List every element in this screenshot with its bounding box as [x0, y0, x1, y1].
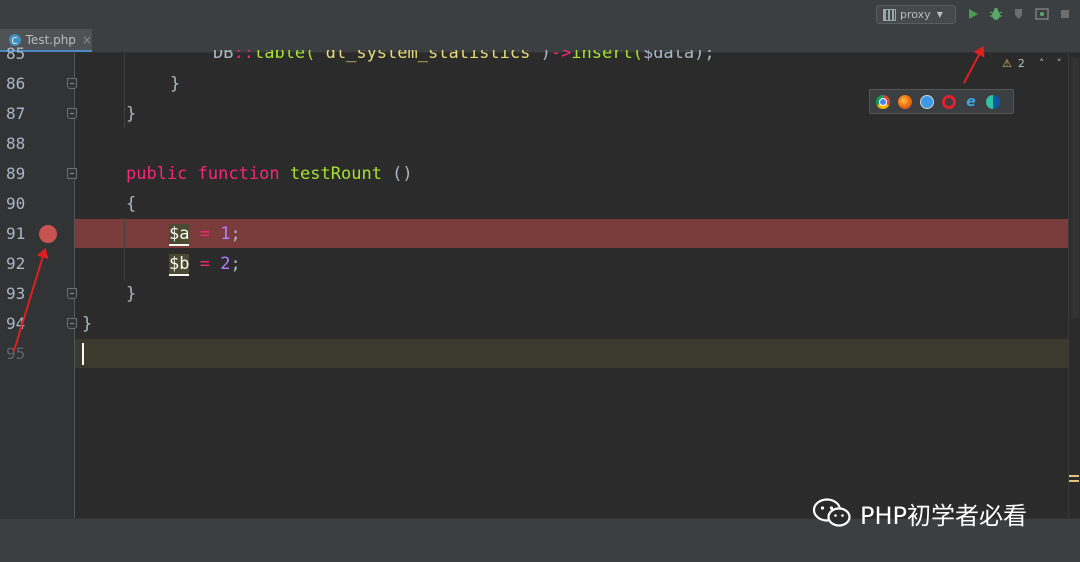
chevron-down-icon[interactable]: ˅ [1056, 57, 1062, 70]
chevron-down-icon: ▼ [936, 10, 943, 19]
text-caret [82, 343, 84, 365]
attach-debugger-button[interactable] [1034, 6, 1050, 22]
stop-button[interactable] [1057, 6, 1073, 22]
stop-icon [1061, 10, 1069, 18]
fold-marker[interactable] [67, 168, 77, 179]
tab-label: Test.php [25, 32, 76, 47]
watermark-text: PHP初学者必看 [860, 501, 1027, 530]
breakpoint-marker[interactable] [39, 225, 57, 243]
main-toolbar: proxy ▼ [0, 0, 1080, 29]
warning-count: 2 [1017, 57, 1025, 70]
scroll-thumb[interactable] [1071, 58, 1079, 318]
attach-icon [1035, 8, 1049, 20]
warning-stripe-mark[interactable] [1069, 475, 1079, 477]
run-button[interactable] [965, 6, 981, 22]
code-line-93: } [126, 284, 137, 304]
inspection-widget[interactable]: ⚠ 2 ˄ ˅ [1002, 57, 1062, 70]
run-icon [969, 9, 978, 19]
line-number: 87 [6, 104, 26, 123]
debug-bug-icon [989, 8, 1003, 20]
fold-marker[interactable] [67, 318, 77, 329]
run-config-icon [883, 8, 896, 21]
warning-icon: ⚠ [1002, 57, 1012, 70]
indent-guide [124, 53, 125, 128]
chevron-up-icon[interactable]: ˄ [1039, 57, 1045, 70]
close-icon[interactable]: × [82, 33, 92, 47]
code-line-89: public function testRount () [126, 164, 413, 184]
edge-icon[interactable] [986, 94, 1000, 109]
code-line-87: } [126, 104, 137, 124]
open-in-browser-popup: e [869, 89, 1014, 114]
line-number: 90 [6, 194, 26, 213]
fold-marker[interactable] [67, 78, 77, 89]
code-line-92: $b = 2; [169, 254, 241, 276]
line-number: 86 [6, 74, 26, 93]
warning-stripe-mark[interactable] [1069, 480, 1079, 482]
indent-guide [124, 218, 125, 280]
safari-icon[interactable] [920, 94, 934, 109]
code-line-94: } [82, 314, 93, 334]
line-number: 88 [6, 134, 26, 153]
code-line-91: $a = 1; [169, 224, 241, 246]
run-config-label: proxy [900, 8, 931, 21]
run-configuration-selector[interactable]: proxy ▼ [876, 5, 956, 24]
wechat-logo-icon [812, 498, 851, 527]
coverage-button[interactable] [1011, 6, 1027, 22]
debug-button[interactable] [988, 6, 1004, 22]
fold-marker[interactable] [67, 108, 77, 119]
firefox-icon[interactable] [898, 94, 912, 109]
opera-icon[interactable] [942, 94, 956, 109]
code-editor[interactable] [75, 53, 1068, 518]
editor-tab-bar: Test.php × [0, 29, 1080, 53]
error-stripe-scrollbar[interactable] [1068, 53, 1080, 518]
watermark: PHP初学者必看 [812, 495, 1027, 531]
line-number: 85 [6, 44, 26, 63]
code-line-86: } [170, 74, 181, 94]
line-number: 93 [6, 284, 26, 303]
fold-marker[interactable] [67, 288, 77, 299]
ie-icon[interactable]: e [964, 94, 978, 110]
code-line-90: { [126, 194, 137, 214]
chrome-icon[interactable] [876, 94, 890, 109]
line-number: 91 [6, 224, 26, 243]
coverage-shield-icon [1015, 9, 1022, 19]
line-number: 92 [6, 254, 26, 273]
line-number: 89 [6, 164, 26, 183]
current-line-highlight [75, 339, 1068, 368]
